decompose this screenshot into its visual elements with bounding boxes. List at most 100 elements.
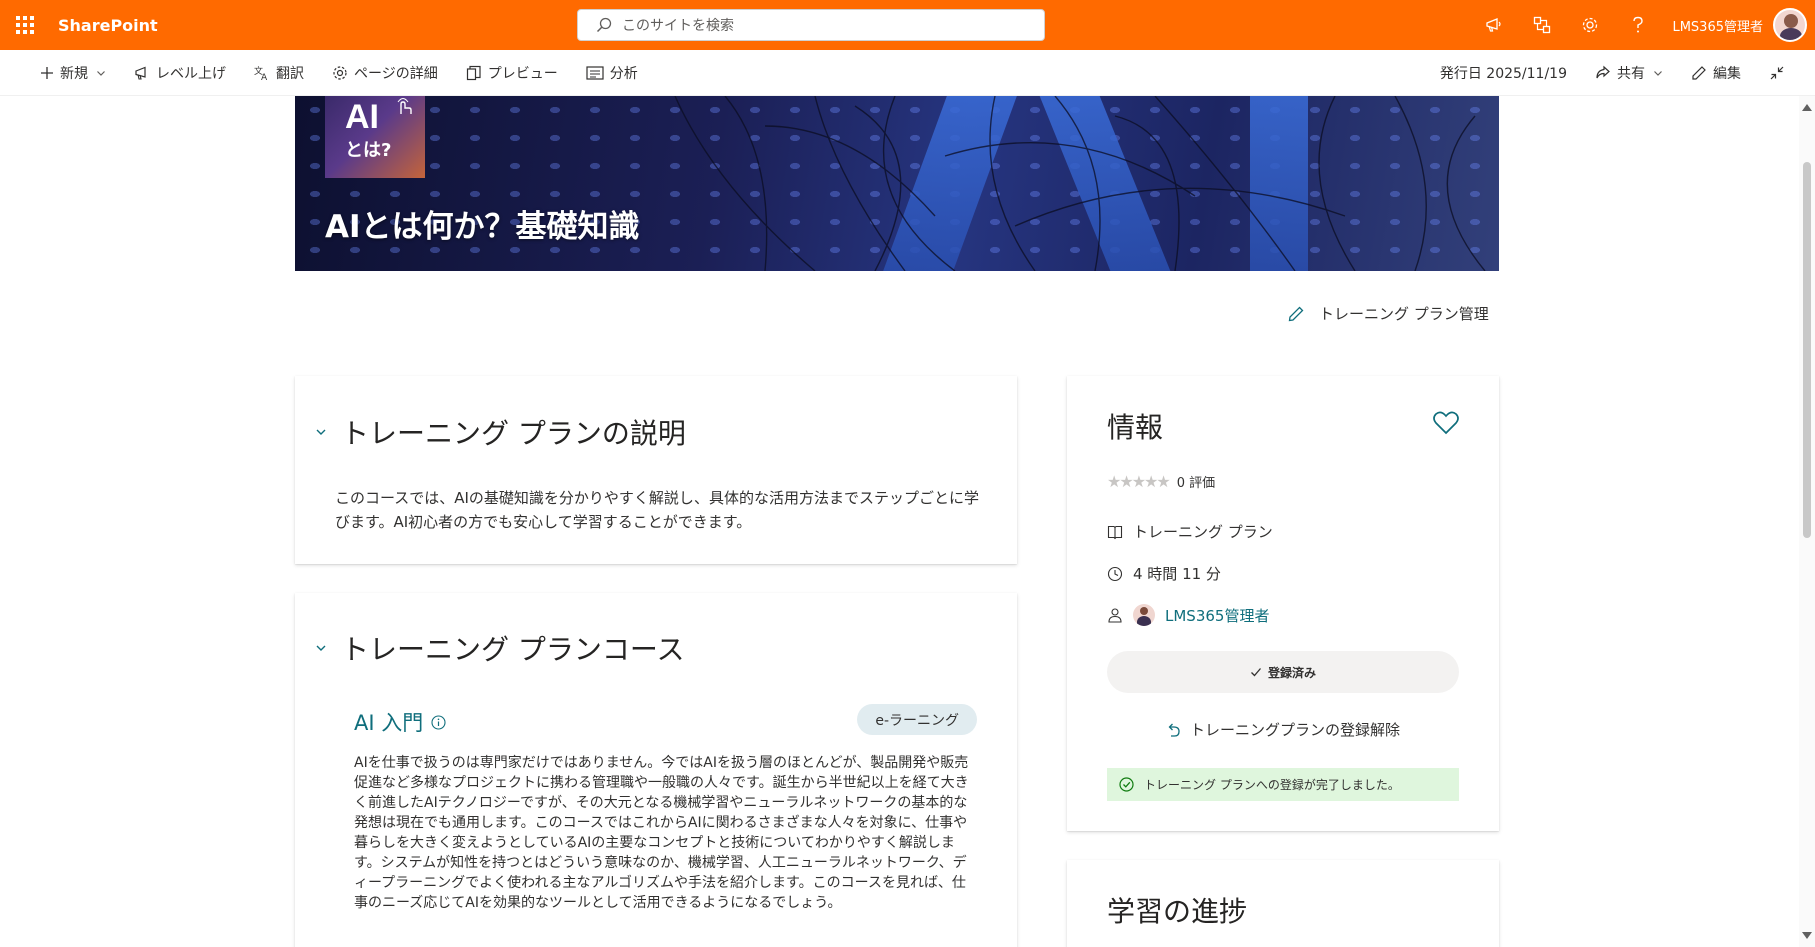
manage-training-plan-button[interactable]: トレーニング プラン管理 (1287, 303, 1489, 324)
enrolled-button[interactable]: 登録済み (1107, 651, 1459, 693)
published-label: 発行日 2025/11/19 (1439, 66, 1567, 82)
avatar (1133, 604, 1155, 626)
plus-icon (41, 66, 53, 79)
heart-icon[interactable] (1433, 411, 1459, 435)
info-duration-row: 4 時間 11 分 (1107, 563, 1221, 584)
check-circle-icon (1119, 777, 1134, 792)
scroll-up-arrow[interactable] (1802, 104, 1812, 111)
info-type: トレーニング プラン (1133, 523, 1273, 541)
clock-icon (1107, 566, 1123, 581)
help-icon[interactable] (1614, 0, 1662, 50)
search-placeholder: このサイトを検索 (622, 18, 734, 34)
description-section-toggle[interactable]: トレーニング プランの説明 (315, 412, 686, 452)
checkmark-icon (1251, 668, 1261, 677)
undo-icon (1168, 723, 1180, 737)
manage-label: トレーニング プラン管理 (1319, 305, 1489, 323)
preview-label: プレビュー (487, 65, 558, 82)
courses-section-toggle[interactable]: トレーニング プランコース (315, 628, 685, 668)
info-title: 情報 (1107, 411, 1164, 444)
collapse-button[interactable] (1755, 50, 1805, 96)
page-details-button[interactable]: ページの詳細 (318, 50, 452, 96)
rating[interactable]: ★ ★ ★ ★ ★ 0 評価 (1107, 472, 1215, 491)
progress-card: 学習の進捗 (1067, 860, 1499, 947)
rating-count: 0 評価 (1176, 476, 1216, 491)
progress-title: 学習の進捗 (1107, 895, 1248, 928)
star-icon[interactable]: ★ (1119, 472, 1133, 491)
person-icon (1108, 608, 1122, 623)
translate-label: 翻訳 (276, 65, 304, 82)
preview-icon (466, 65, 481, 80)
translate-button[interactable]: 文A 翻訳 (240, 50, 318, 96)
suite-bar: SharePoint このサイトを検索 LMS365管理者 (0, 0, 1815, 50)
edit-label: 編集 (1713, 66, 1741, 82)
command-bar: 新規 レベル上げ 文A 翻訳 ページの詳細 プレビュー 分析 発行日 2025/… (0, 50, 1815, 96)
new-label: 新規 (60, 65, 88, 82)
info-card: 情報 ★ ★ ★ ★ ★ 0 評価 トレーニング プラン 4 時間 11 分 L… (1067, 376, 1499, 831)
chevron-down-icon (316, 429, 326, 435)
info-owner-link[interactable]: LMS365管理者 (1165, 605, 1269, 626)
preview-button[interactable]: プレビュー (452, 50, 572, 96)
scroll-thumb[interactable] (1803, 162, 1811, 538)
success-message-bar: トレーニング プランへの登録が完了しました。 (1107, 768, 1459, 801)
page-title: AIとは何か？基礎知識 (325, 209, 640, 245)
star-icon[interactable]: ★ (1156, 472, 1170, 491)
share-network-icon[interactable] (1518, 0, 1566, 50)
courses-card: トレーニング プランコース AI 入門 e-ラーニング AIを仕事で扱うのは専門… (295, 593, 1017, 947)
star-icon[interactable]: ★ (1107, 472, 1121, 491)
star-icon[interactable]: ★ (1132, 472, 1146, 491)
svg-text:A: A (261, 73, 268, 81)
course-title: AI 入門 (354, 711, 424, 735)
scroll-down-arrow[interactable] (1802, 932, 1812, 939)
user-name[interactable]: LMS365管理者 (1672, 16, 1763, 35)
analytics-label: 分析 (609, 65, 638, 82)
info-owner-row: LMS365管理者 (1107, 604, 1269, 626)
megaphone-icon (135, 66, 146, 80)
share-label: 共有 (1617, 66, 1645, 82)
translate-icon: 文A (254, 65, 268, 81)
info-type-row: トレーニング プラン (1107, 521, 1273, 542)
description-section-title: トレーニング プランの説明 (341, 417, 686, 450)
course-title-link[interactable]: AI 入門 (354, 707, 446, 737)
vertical-scrollbar[interactable] (1799, 96, 1815, 947)
promote-button[interactable]: レベル上げ (120, 50, 240, 96)
chevron-down-icon (97, 70, 105, 76)
course-description: AIを仕事で扱うのは専門家だけではありません。今ではAIを扱う層のほとんどが、製… (354, 755, 969, 911)
chevron-down-icon (316, 645, 326, 651)
description-card: トレーニング プランの説明 このコースでは、AIの基礎知識を分かりやすく解説し、… (295, 376, 1017, 564)
courses-section-title: トレーニング プランコース (341, 633, 685, 666)
search-input[interactable]: このサイトを検索 (577, 9, 1045, 41)
book-icon (1107, 525, 1123, 539)
promote-label: レベル上げ (156, 65, 226, 82)
page-details-label: ページの詳細 (354, 65, 438, 82)
chevron-down-icon (1654, 71, 1662, 76)
new-button[interactable]: 新規 (26, 50, 120, 96)
share-button[interactable]: 共有 (1581, 50, 1677, 96)
hand-pointer-icon (397, 98, 412, 114)
description-text: このコースでは、AIの基礎知識を分かりやすく解説し、具体的な活用方法までステップ… (335, 489, 979, 531)
thumbnail-title-line1: AI (345, 98, 379, 136)
success-message: トレーニング プランへの登録が完了しました。 (1144, 778, 1400, 792)
app-launcher-icon[interactable] (0, 0, 50, 50)
search-icon (596, 17, 612, 33)
pencil-icon (1288, 306, 1304, 321)
ai-thumbnail: AI とは? (325, 96, 425, 178)
brand-name[interactable]: SharePoint (58, 16, 158, 35)
enrolled-label: 登録済み (1267, 665, 1316, 680)
collapse-icon (1770, 66, 1784, 80)
unenroll-button[interactable]: トレーニングプランの登録解除 (1067, 719, 1499, 740)
analytics-button[interactable]: 分析 (572, 50, 652, 96)
edit-button[interactable]: 編集 (1677, 50, 1755, 96)
avatar[interactable] (1773, 8, 1807, 42)
megaphone-icon[interactable] (1470, 0, 1518, 50)
info-icon[interactable] (431, 714, 446, 730)
course-type-badge: e-ラーニング (857, 704, 977, 735)
published-date: 発行日 2025/11/19 (1426, 50, 1581, 96)
thumbnail-title-line2: とは? (345, 140, 392, 161)
info-duration: 4 時間 11 分 (1133, 565, 1221, 583)
star-icon[interactable]: ★ (1144, 472, 1158, 491)
unenroll-label: トレーニングプランの登録解除 (1189, 721, 1400, 739)
share-icon (1596, 65, 1610, 79)
analytics-icon (586, 65, 604, 80)
gear-icon[interactable] (1566, 0, 1614, 50)
pencil-icon (1692, 66, 1706, 80)
